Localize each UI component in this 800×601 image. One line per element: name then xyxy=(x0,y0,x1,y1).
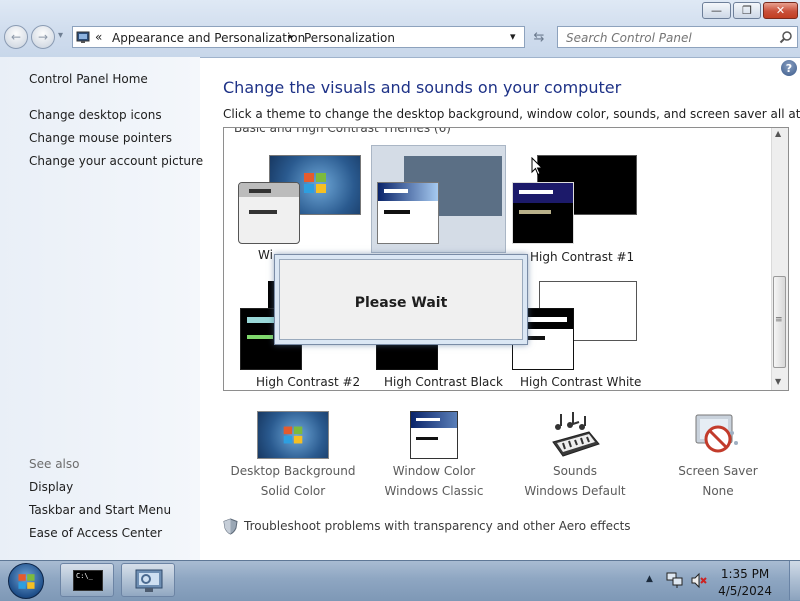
windows-logo-icon xyxy=(18,574,35,589)
breadcrumb-overflow[interactable]: « xyxy=(95,30,102,44)
troubleshoot-link[interactable]: Troubleshoot problems with transparency … xyxy=(244,519,631,533)
screen-saver-value: None xyxy=(702,484,734,498)
cmd-icon-text: C:\_ xyxy=(76,572,93,580)
page-title: Change the visuals and sounds on your co… xyxy=(223,78,622,97)
theme-preview-window xyxy=(377,182,439,244)
shield-icon xyxy=(223,518,238,535)
scroll-grip-icon: ≡ xyxy=(775,315,783,325)
desktop-background-icon xyxy=(257,411,329,459)
minimize-button[interactable]: — xyxy=(702,2,731,19)
sounds-setting[interactable]: Sounds Windows Default xyxy=(505,406,645,501)
theme-windows-basic[interactable]: Wi xyxy=(236,152,362,262)
control-panel-icon xyxy=(76,30,90,47)
theme-high-contrast-white[interactable]: High Contrast White xyxy=(510,278,655,389)
window-color-setting[interactable]: Window Color Windows Classic xyxy=(364,406,504,501)
close-icon: ✕ xyxy=(775,4,786,17)
volume-muted-icon[interactable] xyxy=(690,572,708,589)
windows-logo-icon xyxy=(304,173,326,193)
theme-label: Wi xyxy=(258,248,273,262)
window-color-value: Windows Classic xyxy=(384,484,484,498)
address-dropdown-icon[interactable]: ▾ xyxy=(510,30,516,43)
refresh-button[interactable]: ⇆ xyxy=(529,27,549,47)
theme-label: High Contrast #2 xyxy=(256,375,361,389)
show-desktop-button[interactable] xyxy=(789,561,800,600)
control-panel-icon xyxy=(135,569,163,592)
clock-time: 1:35 PM xyxy=(720,567,770,581)
change-mouse-pointers-link[interactable]: Change mouse pointers xyxy=(29,131,172,145)
please-wait-dialog: Please Wait xyxy=(274,254,528,345)
minimize-icon: — xyxy=(711,4,722,17)
search-icon[interactable] xyxy=(779,30,793,47)
network-icon[interactable] xyxy=(666,572,684,589)
scroll-up-icon[interactable]: ▲ xyxy=(775,129,781,138)
change-desktop-icons-link[interactable]: Change desktop icons xyxy=(29,108,162,122)
search-box[interactable] xyxy=(557,26,798,48)
breadcrumb-separator-icon[interactable]: ▸ xyxy=(289,32,294,42)
window-color-title: Window Color xyxy=(392,464,476,478)
taskbar-cmd-button[interactable]: C:\_ xyxy=(60,563,114,597)
restore-icon: ❐ xyxy=(742,4,752,17)
clock-date: 4/5/2024 xyxy=(718,584,772,598)
theme-label: High Contrast White xyxy=(520,375,642,389)
theme-gallery-scrollbar[interactable]: ▲ ≡ ▼ xyxy=(771,128,788,390)
screen-saver-title: Screen Saver xyxy=(678,464,758,478)
scroll-thumb[interactable]: ≡ xyxy=(773,276,786,368)
theme-label: High Contrast #1 xyxy=(530,250,635,264)
section-header: Basic and High Contrast Themes (6) xyxy=(234,127,451,135)
title-bar: — ❐ ✕ ← → ▾ « Appearance and Personaliza… xyxy=(0,0,800,58)
window-color-icon xyxy=(410,411,458,459)
taskbar: C:\_ ▲ 1:35 PM 4/5/2024 xyxy=(0,560,800,601)
theme-label: High Contrast Black xyxy=(384,375,503,389)
close-button[interactable]: ✕ xyxy=(763,2,798,19)
screen-saver-icon xyxy=(695,414,738,453)
help-button[interactable]: ? xyxy=(781,60,797,76)
control-panel-home-link[interactable]: Control Panel Home xyxy=(29,72,148,86)
please-wait-body: Please Wait xyxy=(279,259,523,340)
back-arrow-icon: ← xyxy=(10,30,22,44)
theme-windows-classic-selected[interactable] xyxy=(371,145,506,253)
mouse-cursor-icon xyxy=(531,157,543,176)
taskbar-clock[interactable]: 1:35 PM 4/5/2024 xyxy=(718,566,772,600)
theme-preview-window xyxy=(512,182,574,244)
start-button[interactable] xyxy=(8,563,44,599)
forward-button[interactable]: → xyxy=(31,25,55,49)
ease-of-access-link[interactable]: Ease of Access Center xyxy=(29,526,162,540)
desktop-background-value: Solid Color xyxy=(260,484,326,498)
desktop-background-title: Desktop Background xyxy=(230,464,356,478)
maximize-button[interactable]: ❐ xyxy=(733,2,761,19)
taskbar-control-panel-button[interactable] xyxy=(121,563,175,597)
command-prompt-icon: C:\_ xyxy=(73,570,103,591)
page-description: Click a theme to change the desktop back… xyxy=(223,107,800,121)
screen-saver-setting[interactable]: Screen Saver None xyxy=(648,406,788,501)
show-hidden-icons-button[interactable]: ▲ xyxy=(646,574,653,584)
sounds-icon xyxy=(552,412,600,457)
address-bar[interactable]: « Appearance and Personalization ▸ Perso… xyxy=(72,26,525,48)
search-input[interactable] xyxy=(564,29,778,47)
recent-pages-dropdown[interactable]: ▾ xyxy=(58,30,63,41)
sounds-title: Sounds xyxy=(552,464,598,478)
breadcrumb-personalization[interactable]: Personalization xyxy=(304,31,395,45)
scroll-down-icon[interactable]: ▼ xyxy=(775,377,781,386)
please-wait-text: Please Wait xyxy=(354,295,448,311)
refresh-icon: ⇆ xyxy=(533,29,545,45)
left-navigation-pane: Control Panel Home Change desktop icons … xyxy=(0,57,203,560)
forward-arrow-icon: → xyxy=(37,30,49,44)
theme-preview-window xyxy=(238,182,300,244)
display-link[interactable]: Display xyxy=(29,480,73,494)
see-also-label: See also xyxy=(29,457,80,471)
desktop-background-setting[interactable]: Desktop Background Solid Color xyxy=(223,406,363,501)
breadcrumb-appearance[interactable]: Appearance and Personalization xyxy=(112,31,305,45)
change-account-picture-link[interactable]: Change your account picture xyxy=(29,154,203,168)
back-button[interactable]: ← xyxy=(4,25,28,49)
sounds-value: Windows Default xyxy=(524,484,626,498)
taskbar-start-menu-link[interactable]: Taskbar and Start Menu xyxy=(29,503,171,517)
help-icon: ? xyxy=(785,61,793,75)
